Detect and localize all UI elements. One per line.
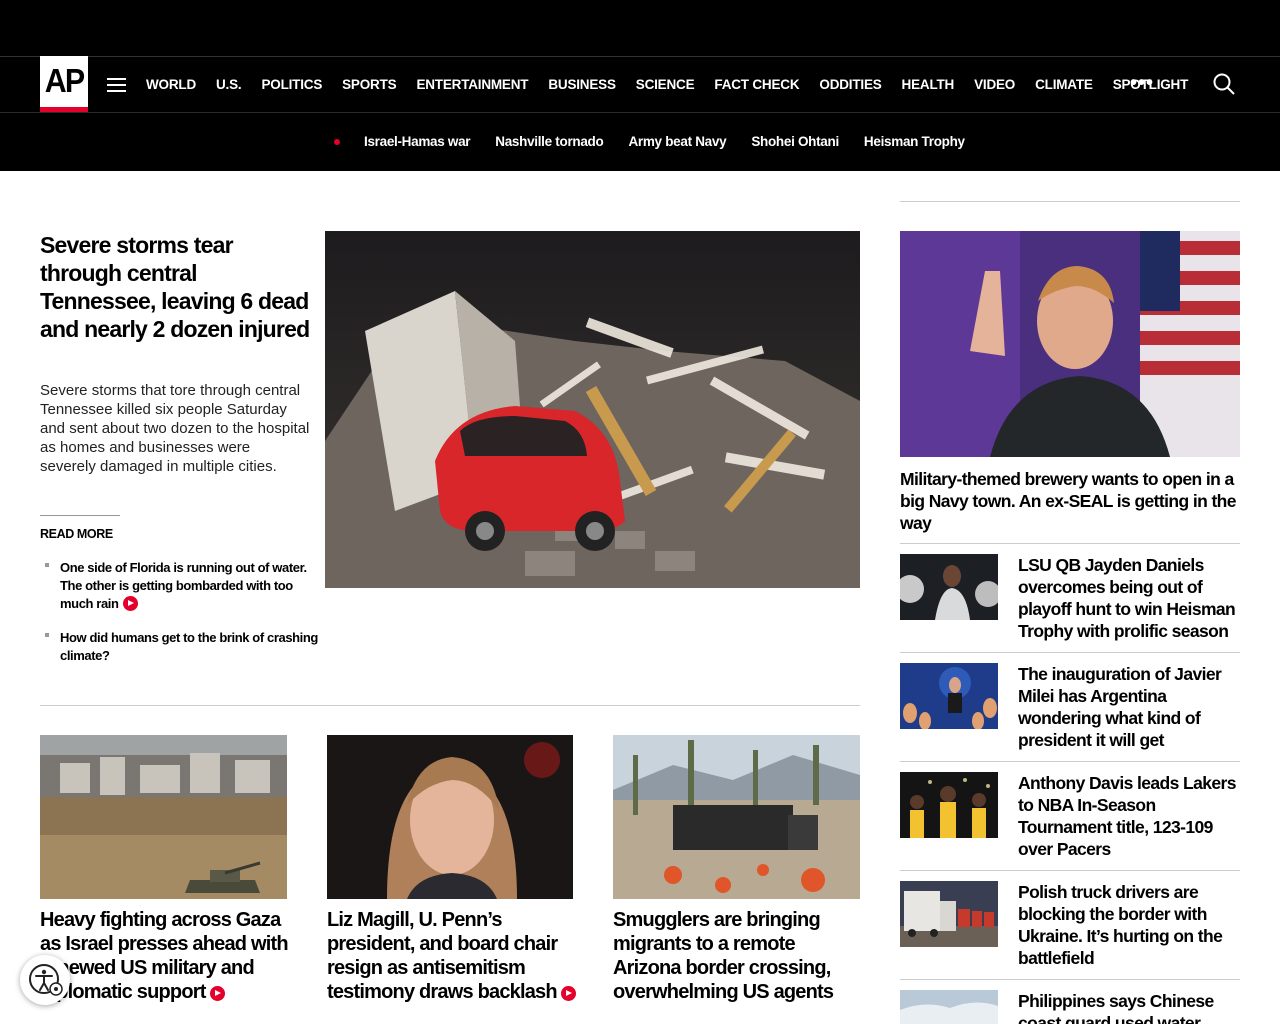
philippines-story-headline[interactable]: Philippines says Chinese coast guard use… (1018, 990, 1240, 1024)
nav-business[interactable]: BUSINESS (548, 77, 616, 92)
magill-story-image[interactable] (327, 735, 573, 899)
gaza-story-image[interactable] (40, 735, 287, 899)
rail-divider (900, 201, 1240, 202)
nav-oddities[interactable]: ODDITIES (819, 77, 881, 92)
accessibility-button[interactable] (20, 955, 70, 1005)
more-menu-button[interactable]: ••• (1130, 72, 1154, 95)
nav-us[interactable]: U.S. (216, 77, 242, 92)
divider (40, 515, 120, 516)
logo-accent-bar (40, 107, 88, 112)
nav-health[interactable]: HEALTH (902, 77, 955, 92)
top-ad-band (0, 0, 1280, 56)
arizona-story-headline[interactable]: Smugglers are bringing migrants to a rem… (613, 908, 863, 1004)
gaza-story-headline[interactable]: Heavy fighting across Gaza as Israel pre… (40, 908, 290, 1004)
nav-fact-check[interactable]: FACT CHECK (714, 77, 799, 92)
polish-trucks-story-headline[interactable]: Polish truck drivers are blocking the bo… (1018, 881, 1240, 969)
nav-video[interactable]: VIDEO (974, 77, 1015, 92)
brewery-story-image[interactable] (900, 231, 1240, 457)
nav-entertainment[interactable]: ENTERTAINMENT (416, 77, 528, 92)
trending-item[interactable]: Nashville tornado (495, 134, 603, 149)
related-link[interactable]: How did humans get to the brink of crash… (40, 629, 320, 665)
section-divider (40, 705, 860, 706)
brewery-story-headline[interactable]: Military-themed brewery wants to open in… (900, 468, 1240, 534)
trending-item[interactable]: Army beat Navy (628, 134, 726, 149)
card-headline-text: Liz Magill, U. Penn’s president, and boa… (327, 909, 558, 1003)
read-more-label: READ MORE (40, 527, 113, 541)
milei-story-thumbnail[interactable] (900, 663, 998, 729)
related-link-text: How did humans get to the brink of crash… (60, 630, 318, 663)
lakers-story-headline[interactable]: Anthony Davis leads Lakers to NBA In-Sea… (1018, 772, 1240, 860)
nav-climate[interactable]: CLIMATE (1035, 77, 1093, 92)
related-link[interactable]: One side of Florida is running out of wa… (40, 559, 320, 613)
trending-dot-icon (334, 138, 340, 145)
video-play-icon (560, 986, 576, 1001)
hamburger-icon[interactable] (107, 78, 126, 92)
lead-description: Severe storms that tore through central … (40, 382, 310, 475)
accessibility-icon (29, 964, 63, 996)
nav-world[interactable]: WORLD (146, 77, 196, 92)
lead-headline[interactable]: Severe storms tear through central Tenne… (40, 231, 310, 343)
trending-item[interactable]: Israel-Hamas war (364, 134, 471, 149)
trending-list: Israel-Hamas war Nashville tornado Army … (334, 112, 990, 171)
logo-text: AP (44, 62, 85, 99)
milei-story-headline[interactable]: The inauguration of Javier Milei has Arg… (1018, 663, 1240, 751)
philippines-story-thumbnail[interactable] (900, 990, 998, 1024)
lakers-story-thumbnail[interactable] (900, 772, 998, 838)
related-link-text: One side of Florida is running out of wa… (60, 560, 307, 611)
ap-logo[interactable]: AP (40, 56, 88, 112)
heisman-story-thumbnail[interactable] (900, 554, 998, 620)
rail-divider (900, 979, 1240, 980)
card-headline-text: Heavy fighting across Gaza as Israel pre… (40, 909, 289, 1003)
nav-politics[interactable]: POLITICS (261, 77, 322, 92)
magill-story-headline[interactable]: Liz Magill, U. Penn’s president, and boa… (327, 908, 577, 1004)
nav-menu: WORLD U.S. POLITICS SPORTS ENTERTAINMENT… (146, 56, 1208, 112)
heisman-story-headline[interactable]: LSU QB Jayden Daniels overcomes being ou… (1018, 554, 1240, 642)
arizona-story-image[interactable] (613, 735, 860, 899)
video-play-icon (209, 986, 225, 1001)
rail-divider (900, 652, 1240, 653)
search-icon[interactable] (1213, 73, 1235, 95)
video-play-icon (122, 596, 138, 611)
trending-item[interactable]: Heisman Trophy (864, 134, 965, 149)
trending-item[interactable]: Shohei Ohtani (751, 134, 839, 149)
rail-divider (900, 761, 1240, 762)
nav-sports[interactable]: SPORTS (342, 77, 397, 92)
lead-story-image[interactable] (325, 231, 860, 588)
rail-divider (900, 870, 1240, 871)
rail-divider (900, 543, 1240, 544)
nav-science[interactable]: SCIENCE (636, 77, 695, 92)
bullet-icon (45, 563, 49, 567)
polish-trucks-story-thumbnail[interactable] (900, 881, 998, 947)
bullet-icon (45, 633, 49, 637)
